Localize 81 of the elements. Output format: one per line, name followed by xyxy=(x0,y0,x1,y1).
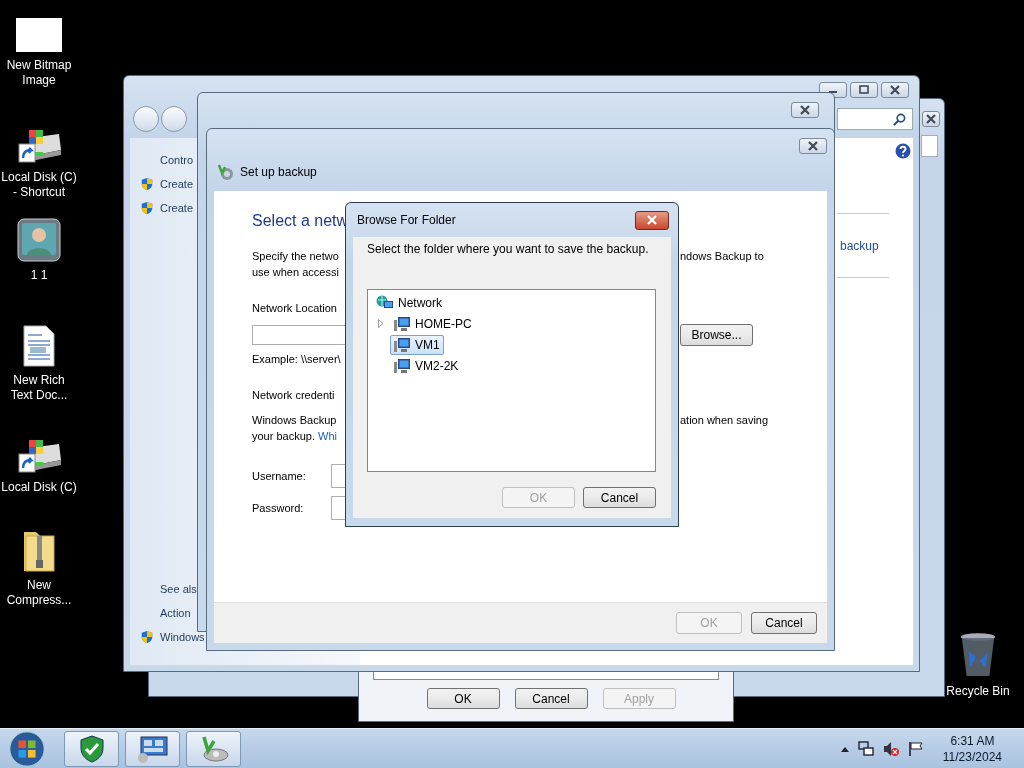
tree-item[interactable]: VM2-2K xyxy=(415,358,459,373)
nav-link[interactable]: Create xyxy=(160,202,194,214)
maximize-button[interactable] xyxy=(850,82,878,98)
icon-label[interactable]: 1 1 xyxy=(30,268,48,283)
image-file-icon xyxy=(16,18,62,52)
flag-icon[interactable] xyxy=(907,741,924,757)
nav-link[interactable]: Windows xyxy=(160,631,205,643)
search-field[interactable] xyxy=(837,108,913,130)
close-button[interactable] xyxy=(881,82,909,98)
search-icon xyxy=(893,112,906,126)
shield-icon xyxy=(140,201,154,215)
field-label: Network credenti xyxy=(252,389,336,401)
browse-button[interactable]: Browse... xyxy=(680,324,753,346)
show-hidden-icons-button[interactable] xyxy=(840,746,849,752)
close-icon xyxy=(807,141,819,151)
close-button[interactable] xyxy=(635,210,669,230)
taskbar-button[interactable] xyxy=(186,731,241,767)
dialog-button[interactable]: Cancel xyxy=(514,688,588,709)
search-field[interactable] xyxy=(921,135,938,157)
close-icon xyxy=(646,215,658,225)
taskbar-button[interactable] xyxy=(64,731,119,767)
field-label: Network Location xyxy=(252,302,338,314)
icon-label[interactable]: New Compress... xyxy=(1,578,77,608)
close-button[interactable] xyxy=(791,102,819,118)
maximize-icon xyxy=(858,85,870,95)
body-text: use when accessi xyxy=(252,266,340,278)
close-button[interactable] xyxy=(799,138,827,154)
computer-icon xyxy=(393,357,411,374)
dialog-button[interactable]: Cancel xyxy=(751,612,817,634)
body-text: Windows Backup xyxy=(252,414,338,426)
start-button[interactable] xyxy=(8,730,46,768)
expand-arrow-icon[interactable] xyxy=(378,319,384,328)
body-text: ndows Backup to xyxy=(680,250,764,262)
backup-icon xyxy=(216,163,234,181)
close-icon xyxy=(889,85,901,95)
field-label: Password: xyxy=(252,502,305,514)
taskbar-button[interactable] xyxy=(125,731,180,767)
shield-icon xyxy=(140,630,154,644)
nav-link[interactable]: Create xyxy=(160,178,194,190)
computer-icon xyxy=(393,315,411,332)
backup-link[interactable]: backup xyxy=(840,238,879,253)
icon-label[interactable]: New Rich Text Doc... xyxy=(1,373,77,403)
clock-date[interactable]: 11/23/2024 xyxy=(942,749,1002,765)
icon-label[interactable]: Local Disk (C) xyxy=(1,480,77,495)
computer-icon xyxy=(393,336,411,353)
help-icon[interactable] xyxy=(895,143,911,159)
field-label: Username: xyxy=(252,470,307,482)
close-icon xyxy=(799,105,811,115)
monitor-icon xyxy=(136,735,169,763)
drive-shortcut-icon xyxy=(15,128,63,164)
tree-item[interactable]: Network xyxy=(398,295,442,310)
nav-link[interactable]: Action xyxy=(160,607,191,619)
help-link[interactable]: Whi xyxy=(318,430,337,442)
clock-time[interactable]: 6:31 AM xyxy=(950,733,995,749)
dialog-title: Browse For Folder xyxy=(357,213,456,227)
network-location-field[interactable] xyxy=(252,325,345,345)
recycle-bin-icon xyxy=(959,632,997,678)
close-button[interactable] xyxy=(922,111,940,127)
body-text: Specify the netwo xyxy=(252,250,340,262)
body-text: ation when saving xyxy=(680,414,769,426)
dialog-button[interactable]: OK xyxy=(426,688,500,709)
nav-link[interactable]: See als xyxy=(160,583,197,595)
document-icon xyxy=(22,325,56,367)
network-icon[interactable] xyxy=(857,741,874,757)
drive-shortcut-icon xyxy=(15,438,63,474)
network-icon xyxy=(376,294,394,311)
user-icon xyxy=(17,218,61,262)
icon-label[interactable]: Recycle Bin xyxy=(946,684,1010,699)
shield-icon xyxy=(140,177,154,191)
muted-speaker-icon[interactable] xyxy=(882,741,899,757)
body-text: Example: \\server\ xyxy=(252,353,342,365)
close-icon xyxy=(925,114,937,124)
window-title: Set up backup xyxy=(240,165,317,179)
body-text: your backup. Whi xyxy=(252,430,338,442)
tree-item[interactable]: HOME-PC xyxy=(415,316,472,331)
icon-label[interactable]: Local Disk (C) - Shortcut xyxy=(1,170,77,200)
icon-label[interactable]: New Bitmap Image xyxy=(1,58,77,88)
shield-icon xyxy=(79,735,104,763)
nav-link[interactable]: Contro xyxy=(160,154,194,166)
dialog-button[interactable]: Cancel xyxy=(583,487,656,508)
instruction-text: Select the folder where you want to save the backup. xyxy=(367,242,650,258)
